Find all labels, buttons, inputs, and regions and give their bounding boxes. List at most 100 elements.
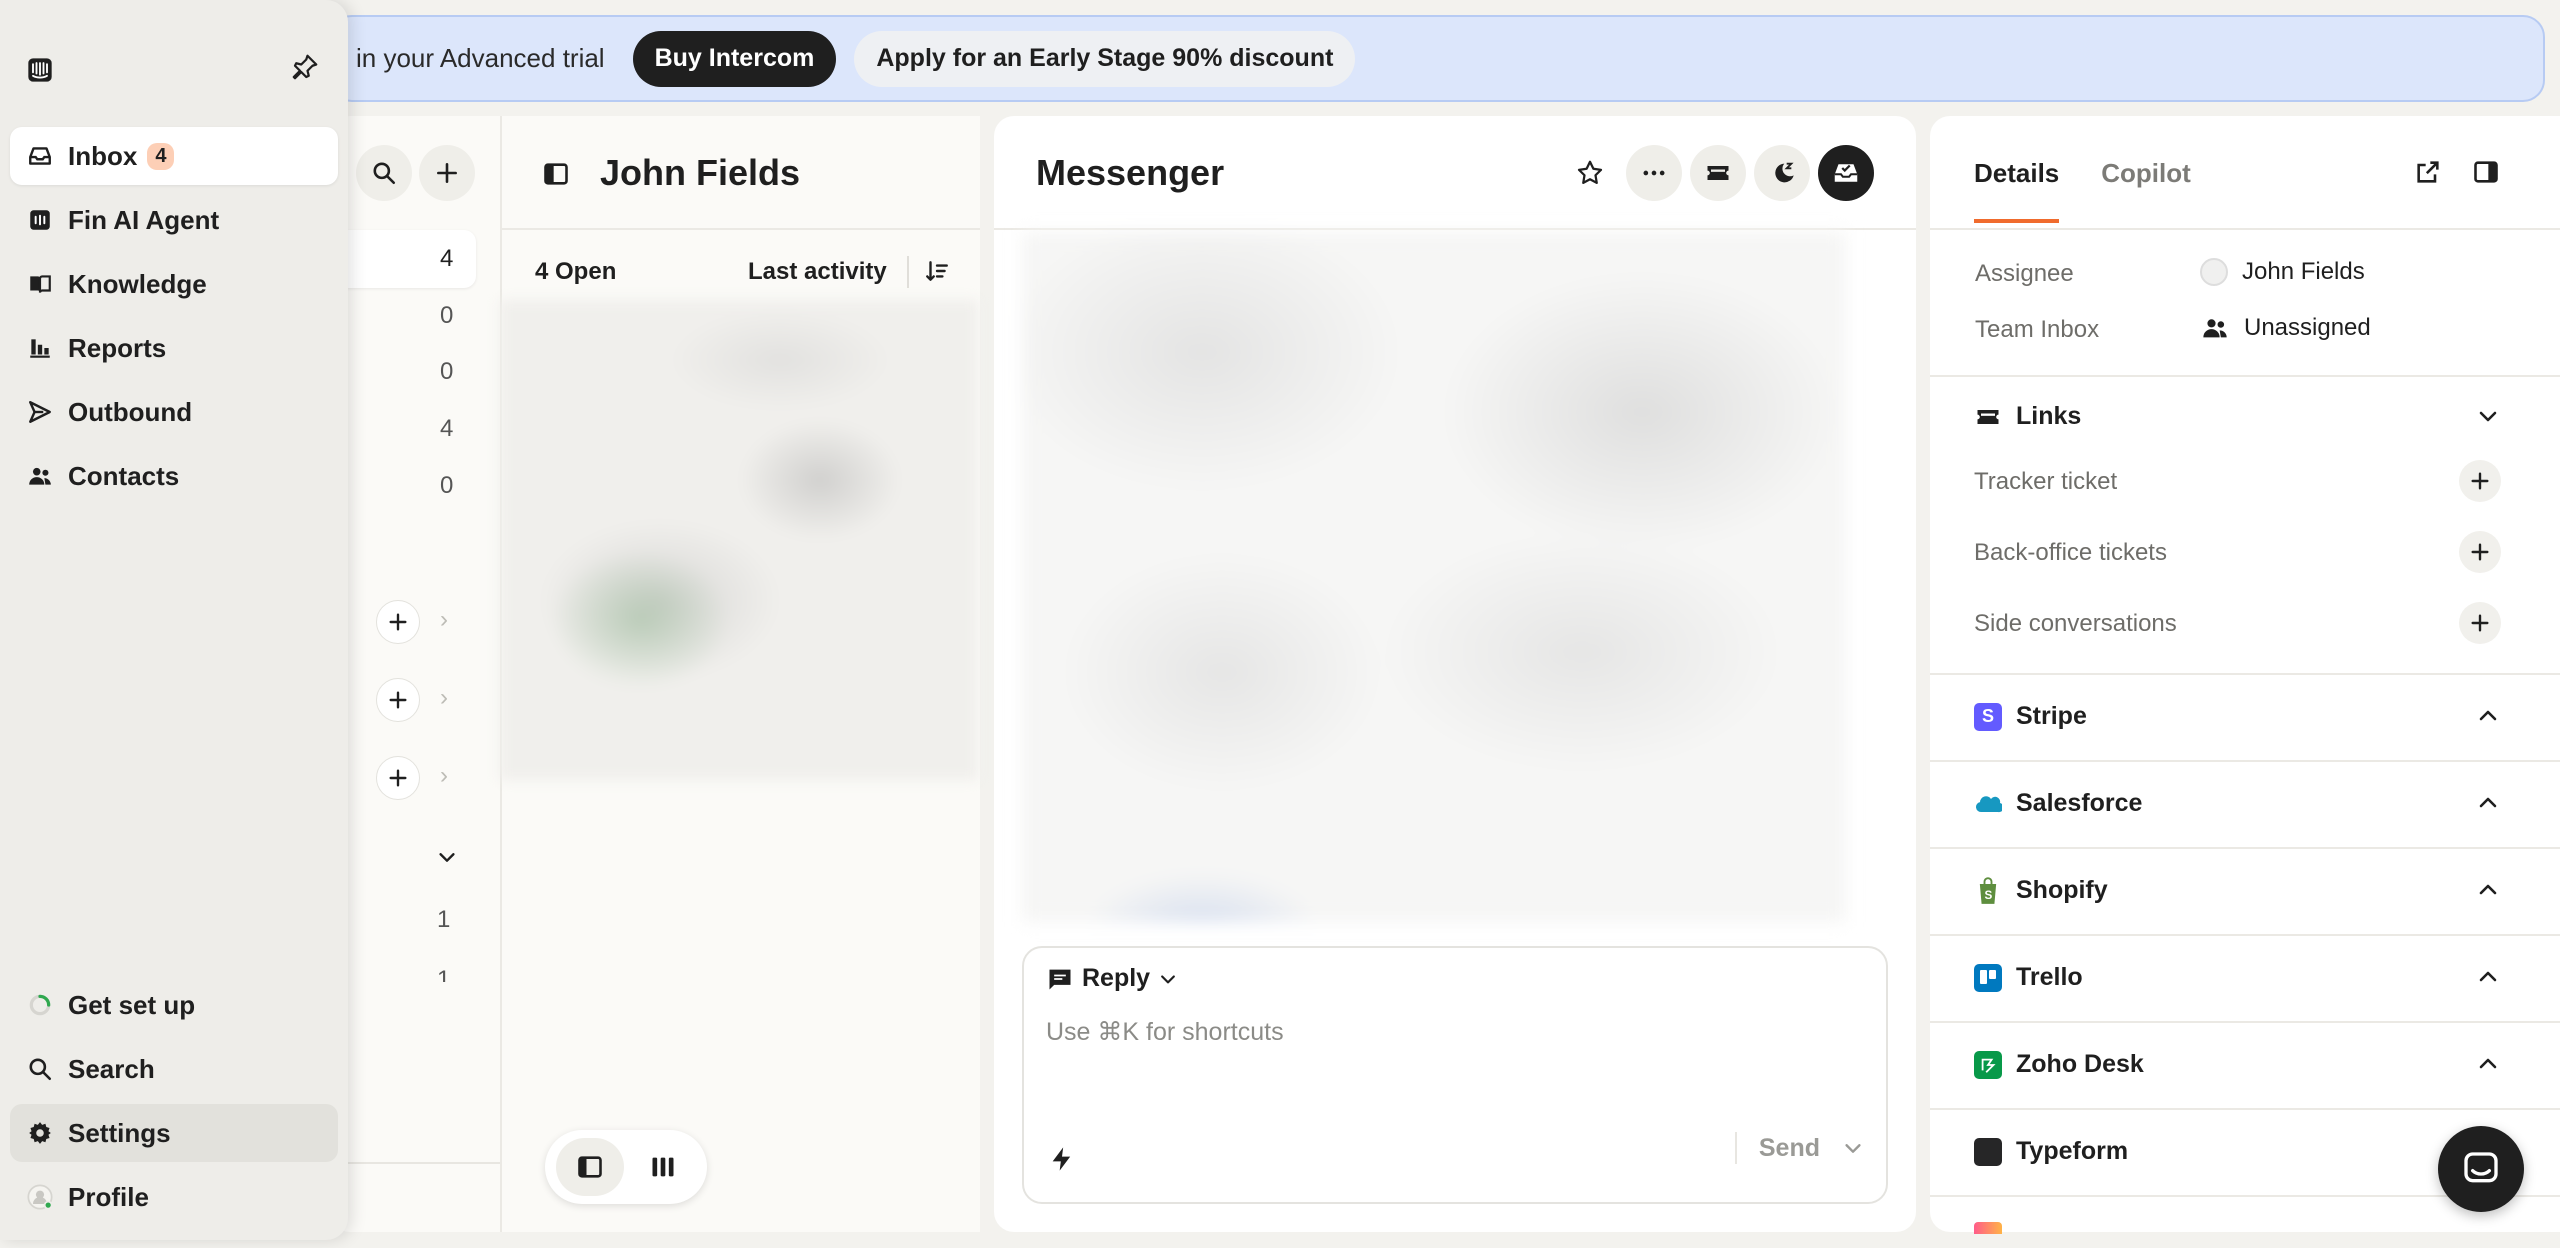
- list-layout-option[interactable]: [555, 1138, 624, 1196]
- layout-toggle[interactable]: [545, 1130, 707, 1204]
- typeform-section-header[interactable]: Typeform: [1974, 1137, 2128, 1166]
- chevron-down-icon[interactable]: [2476, 404, 2500, 428]
- table-layout-option[interactable]: [629, 1138, 697, 1196]
- divider: [500, 228, 980, 230]
- zoho-desk-icon: [1974, 1050, 2002, 1079]
- star-icon: [1577, 160, 1603, 184]
- add-back-office-ticket-button[interactable]: [2459, 531, 2501, 573]
- divider: [907, 256, 909, 288]
- nav-item-outbound[interactable]: Outbound: [10, 383, 338, 441]
- buy-intercom-button[interactable]: Buy Intercom: [632, 30, 837, 87]
- reply-input[interactable]: [1046, 1018, 1866, 1047]
- nav-item-inbox[interactable]: Inbox 4: [10, 127, 338, 185]
- links-section-header[interactable]: Links: [1974, 402, 2081, 431]
- main-navigation: Inbox 4 Fin AI Agent Knowledge Reports O…: [0, 0, 348, 1240]
- sort-dropdown[interactable]: Last activity: [748, 258, 887, 286]
- fin-icon: [26, 206, 54, 234]
- panel-toggle-icon[interactable]: [2472, 158, 2500, 186]
- chevron-down-icon[interactable]: [436, 846, 458, 868]
- snooze-button[interactable]: [1754, 145, 1810, 201]
- conversation-actions: [1562, 145, 1874, 201]
- add-inbox-button[interactable]: [376, 600, 420, 644]
- assignee-value[interactable]: John Fields: [2200, 258, 2365, 286]
- team-inbox-value[interactable]: Unassigned: [2200, 314, 2371, 342]
- reply-mode-dropdown[interactable]: Reply: [1046, 964, 1178, 993]
- plus-icon: [389, 769, 407, 787]
- pin-icon[interactable]: [290, 52, 320, 82]
- sidebar-toggle-icon[interactable]: [542, 160, 570, 188]
- avatar-icon: [26, 1183, 54, 1211]
- inbox-count: 0: [440, 302, 454, 329]
- chevron-down-icon[interactable]: [1842, 1137, 1864, 1159]
- nav-label: Reports: [68, 332, 167, 363]
- nav-label: Inbox: [68, 140, 138, 171]
- add-tracker-ticket-button[interactable]: [2459, 460, 2501, 502]
- chevron-right-icon[interactable]: ›: [440, 606, 448, 634]
- nav-item-get-set-up[interactable]: Get set up: [10, 976, 338, 1034]
- add-side-conversation-button[interactable]: [2459, 602, 2501, 644]
- svg-text:S: S: [1985, 889, 1993, 902]
- nav-item-fin-ai-agent[interactable]: Fin AI Agent: [10, 191, 338, 249]
- inbox-row-active[interactable]: [340, 230, 476, 288]
- new-conversation-button[interactable]: [419, 145, 475, 201]
- inbox-count: 4: [440, 415, 454, 442]
- inbox-count: 1: [437, 906, 451, 933]
- ticket-button[interactable]: [1690, 145, 1746, 201]
- close-conversation-button[interactable]: [1818, 145, 1874, 201]
- sort-order-icon[interactable]: [924, 258, 950, 284]
- chat-bubble-icon: [2464, 1152, 2498, 1183]
- divider: [1930, 847, 2560, 849]
- search-icon: [26, 1055, 54, 1083]
- chevron-up-icon[interactable]: [2476, 878, 2500, 902]
- nav-item-knowledge[interactable]: Knowledge: [10, 255, 338, 313]
- bar-chart-icon: [26, 334, 54, 362]
- reply-label: Reply: [1082, 964, 1151, 992]
- send-button[interactable]: Send: [1759, 1134, 1820, 1163]
- lightning-icon[interactable]: [1048, 1144, 1076, 1174]
- open-count-filter[interactable]: 4 Open: [535, 258, 616, 286]
- inbox-search-button[interactable]: [356, 145, 412, 201]
- plus-icon: [2471, 543, 2489, 561]
- tab-details[interactable]: Details: [1974, 158, 2060, 223]
- message-icon: [1049, 969, 1071, 989]
- chevron-up-icon[interactable]: [2476, 965, 2500, 989]
- add-inbox-button[interactable]: [376, 756, 420, 800]
- nav-item-profile[interactable]: Profile: [10, 1168, 338, 1226]
- star-button[interactable]: [1562, 145, 1618, 201]
- intercom-logo-icon[interactable]: [26, 56, 54, 84]
- nav-label: Outbound: [68, 396, 193, 427]
- messenger-launcher-button[interactable]: [2438, 1126, 2524, 1212]
- shopify-title: Shopify: [2016, 876, 2108, 904]
- tab-copilot[interactable]: Copilot: [2101, 158, 2191, 223]
- nav-item-reports[interactable]: Reports: [10, 319, 338, 377]
- chevron-up-icon[interactable]: [2476, 704, 2500, 728]
- assignee-label: Assignee: [1975, 260, 2074, 287]
- zoho-desk-section-header[interactable]: Zoho Desk: [1974, 1050, 2144, 1079]
- conversation-list-blurred[interactable]: [500, 300, 978, 780]
- nav-label: Get set up: [68, 989, 196, 1020]
- nav-label: Knowledge: [68, 268, 207, 299]
- divider: [1930, 375, 2560, 377]
- nav-item-contacts[interactable]: Contacts: [10, 447, 338, 505]
- chevron-right-icon[interactable]: ›: [440, 762, 448, 790]
- salesforce-section-header[interactable]: Salesforce: [1974, 789, 2142, 818]
- chevron-right-icon[interactable]: ›: [440, 684, 448, 712]
- team-inbox-name: Unassigned: [2244, 314, 2371, 341]
- nav-item-settings[interactable]: Settings: [10, 1104, 338, 1162]
- plus-icon: [2471, 472, 2489, 490]
- three-column-layout-icon: [652, 1157, 673, 1177]
- external-link-icon[interactable]: [2414, 158, 2442, 186]
- chevron-up-icon[interactable]: [2476, 1052, 2500, 1076]
- stripe-section-header[interactable]: S Stripe: [1974, 702, 2087, 731]
- more-options-button[interactable]: [1626, 145, 1682, 201]
- side-conversations-label: Side conversations: [1974, 610, 2177, 637]
- early-stage-discount-button[interactable]: Apply for an Early Stage 90% discount: [854, 30, 1356, 87]
- salesforce-title: Salesforce: [2016, 789, 2143, 817]
- add-inbox-button[interactable]: [376, 678, 420, 722]
- reply-composer[interactable]: Reply Send: [1022, 946, 1888, 1204]
- chevron-up-icon[interactable]: [2476, 791, 2500, 815]
- avatar: [2200, 258, 2228, 286]
- nav-item-search[interactable]: Search: [10, 1040, 338, 1098]
- trello-section-header[interactable]: Trello: [1974, 963, 2083, 992]
- shopify-section-header[interactable]: S Shopify: [1974, 876, 2108, 905]
